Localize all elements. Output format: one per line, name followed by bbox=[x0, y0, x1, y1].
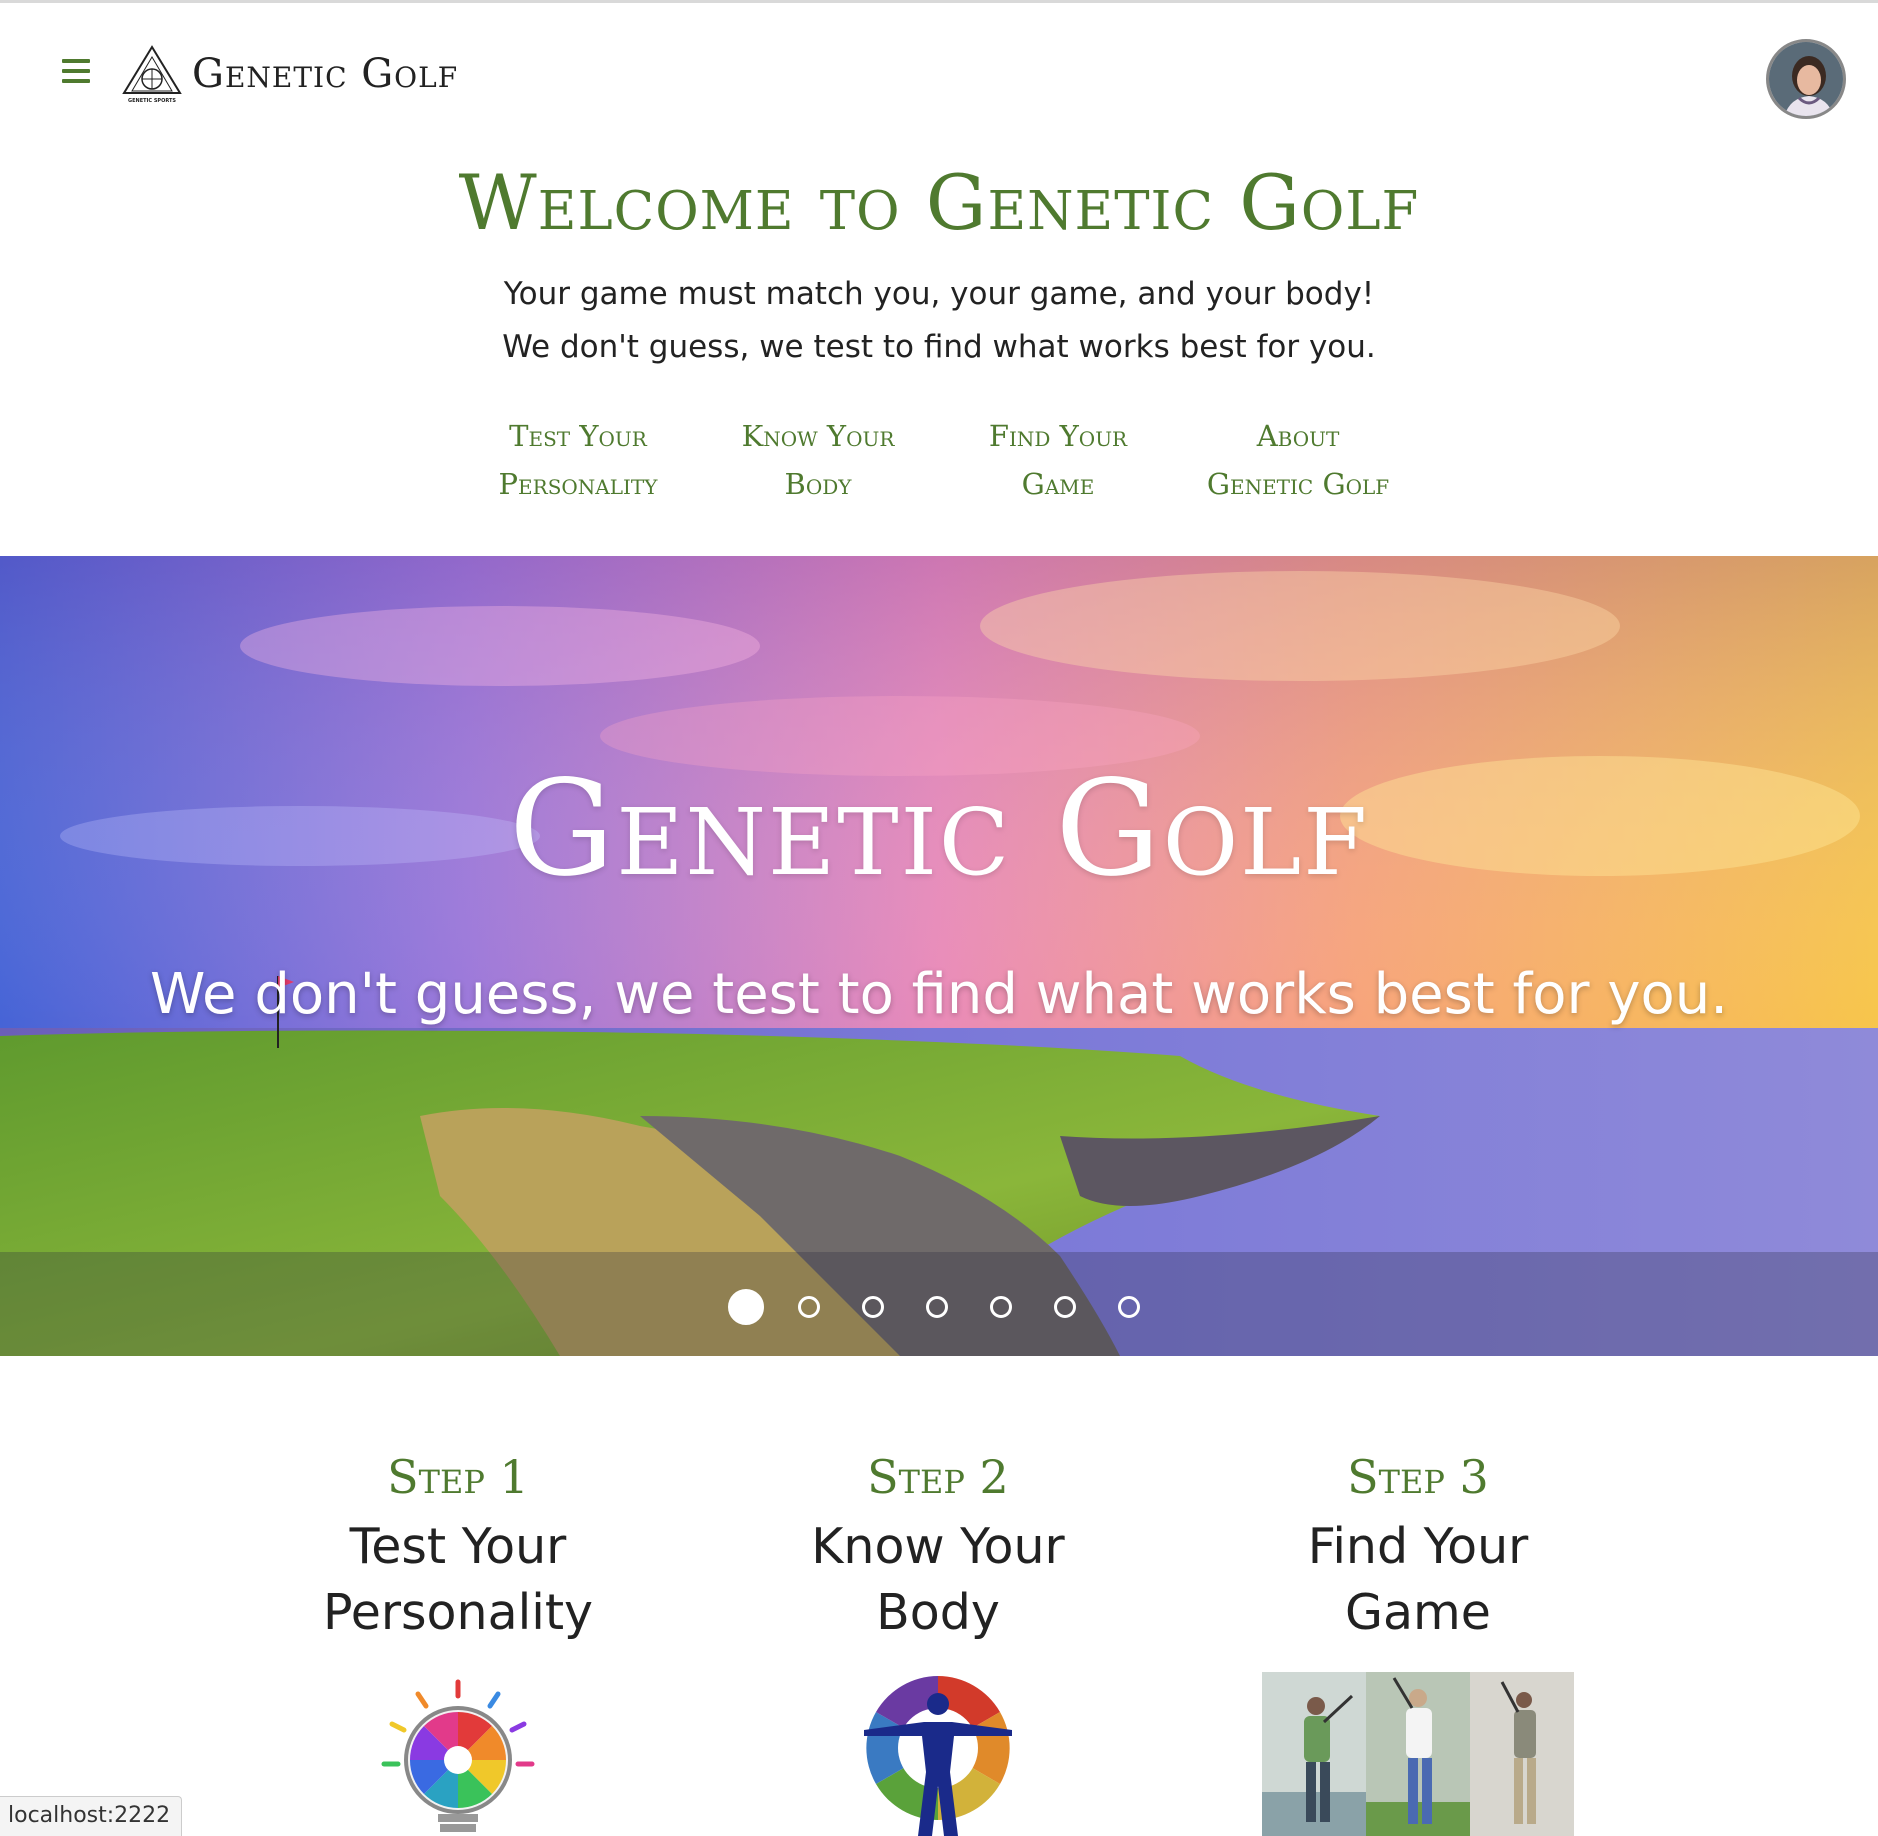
step-label: Step 2 bbox=[867, 1450, 1009, 1504]
color-lightbulb-icon bbox=[381, 1679, 535, 1832]
hero-subtitle: We don't guess, we test to find what wor… bbox=[149, 962, 1729, 1027]
step-title-line2: Game bbox=[1345, 1584, 1491, 1641]
hero-background-image bbox=[0, 556, 1878, 1356]
nav-label-line2: Genetic Golf bbox=[1206, 467, 1390, 501]
step-title-line1: Test Your bbox=[349, 1518, 567, 1575]
step-3-card[interactable]: Step 3 Find Your Game bbox=[1208, 1450, 1628, 1646]
nav-know-your-body[interactable]: Know Your Body bbox=[698, 412, 938, 508]
nav-label-line1: About bbox=[1256, 419, 1340, 453]
step-title-line1: Know Your bbox=[811, 1518, 1065, 1575]
carousel-dot-7[interactable] bbox=[1118, 1296, 1140, 1318]
step-title: Test Your Personality bbox=[248, 1514, 668, 1646]
carousel-dot-4[interactable] bbox=[926, 1296, 948, 1318]
hero-title: Genetic Golf bbox=[508, 752, 1370, 906]
carousel-dot-6[interactable] bbox=[1054, 1296, 1076, 1318]
user-avatar[interactable] bbox=[1766, 39, 1846, 119]
welcome-line-2: We don't guess, we test to find what wor… bbox=[502, 329, 1376, 365]
nav-label-line1: Find Your bbox=[988, 419, 1128, 453]
logo-caption: GENETIC SPORTS bbox=[128, 98, 176, 104]
site-header: GENETIC SPORTS Genetic Golf bbox=[0, 3, 1878, 143]
step-title-line1: Find Your bbox=[1307, 1518, 1529, 1575]
carousel-dots bbox=[0, 1286, 1878, 1326]
carousel-dot-2[interactable] bbox=[798, 1296, 820, 1318]
welcome-line-1: Your game must match you, your game, and… bbox=[503, 276, 1375, 312]
browser-status-url: localhost:2222 bbox=[0, 1796, 182, 1836]
step-title-line2: Body bbox=[876, 1584, 1000, 1641]
step-label: Step 3 bbox=[1347, 1450, 1489, 1504]
nav-about-genetic-golf[interactable]: About Genetic Golf bbox=[1178, 412, 1418, 508]
step-2-card[interactable]: Step 2 Know Your Body bbox=[728, 1450, 1148, 1646]
carousel-dot-1[interactable] bbox=[728, 1289, 764, 1325]
main-nav: Test Your Personality Know Your Body Fin… bbox=[0, 412, 1878, 512]
step-title: Know Your Body bbox=[728, 1514, 1148, 1646]
nav-label-line2: Personality bbox=[498, 467, 658, 501]
hero-carousel[interactable]: Genetic Golf We don't guess, we test to … bbox=[0, 556, 1878, 1356]
nav-label-line2: Body bbox=[784, 467, 852, 501]
carousel-dot-5[interactable] bbox=[990, 1296, 1012, 1318]
human-figure-icon bbox=[864, 1676, 1012, 1836]
nav-label-line2: Game bbox=[1021, 467, 1095, 501]
nav-test-your-personality[interactable]: Test Your Personality bbox=[458, 412, 698, 508]
step-title: Find Your Game bbox=[1208, 1514, 1628, 1646]
nav-find-your-game[interactable]: Find Your Game bbox=[938, 412, 1178, 508]
page-title: Welcome to Genetic Golf bbox=[458, 158, 1420, 247]
nav-label-line1: Know Your bbox=[741, 419, 895, 453]
step-1-card[interactable]: Step 1 Test Your Personality bbox=[248, 1450, 668, 1646]
step-label: Step 1 bbox=[387, 1450, 529, 1504]
welcome-subtitle: Your game must match you, your game, and… bbox=[0, 268, 1878, 374]
nav-label-line1: Test Your bbox=[509, 419, 647, 453]
golfers-photo bbox=[1262, 1672, 1574, 1836]
step-title-line2: Personality bbox=[322, 1584, 594, 1641]
hamburger-menu-icon[interactable] bbox=[62, 59, 90, 85]
genetic-sports-logo-icon[interactable]: GENETIC SPORTS bbox=[120, 43, 184, 105]
carousel-dot-3[interactable] bbox=[862, 1296, 884, 1318]
brand-name[interactable]: Genetic Golf bbox=[192, 51, 458, 97]
